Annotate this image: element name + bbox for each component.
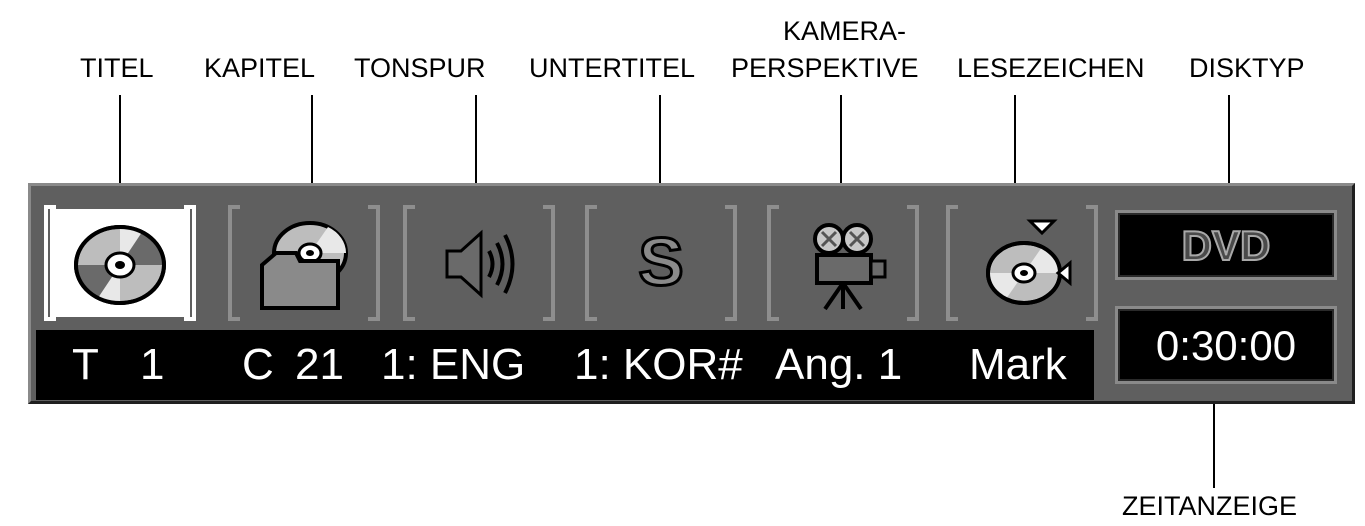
disc-icon xyxy=(74,225,166,305)
time-display-box: 0:30:00 xyxy=(1115,306,1337,384)
label-titel: TITEL xyxy=(80,53,154,83)
audio-track-value: 1: ENG xyxy=(381,340,526,389)
bookmark-mark-label: Mark xyxy=(969,340,1067,389)
icon-slot-untertitel[interactable]: S xyxy=(585,205,737,321)
time-display-value: 0:30:00 xyxy=(1155,322,1297,369)
subtitle-s-icon: S xyxy=(637,223,685,302)
subtitle-s-glyph: S xyxy=(638,224,683,300)
bookmark-disc-icon xyxy=(986,219,1072,305)
label-kapitel: KAPITEL xyxy=(204,53,316,83)
title-number: 1 xyxy=(140,340,165,389)
label-zeitanzeige: ZEITANZEIGE xyxy=(1122,491,1298,521)
label-disktyp: DISKTYP xyxy=(1189,53,1305,83)
label-kamera-line2: PERSPEKTIVE xyxy=(731,53,919,83)
icon-slot-tonspur[interactable] xyxy=(403,205,555,321)
info-bar xyxy=(36,330,1094,400)
chapter-prefix: C xyxy=(242,340,274,389)
chapter-number: 21 xyxy=(295,340,344,389)
angle-value: Ang. 1 xyxy=(775,340,903,389)
film-camera-icon xyxy=(813,223,887,311)
leader-line-zeitanzeige xyxy=(1213,392,1215,488)
label-lesezeichen: LESEZEICHEN xyxy=(957,53,1145,83)
chapter-folder-disc-icon xyxy=(260,221,348,310)
icon-slot-titel[interactable] xyxy=(44,205,196,321)
subtitle-value: 1: KOR# xyxy=(574,340,743,389)
speaker-icon xyxy=(445,229,515,299)
icon-slot-lesezeichen[interactable] xyxy=(946,205,1098,321)
disk-type-box: DVD xyxy=(1115,210,1337,280)
icon-slot-kapitel[interactable] xyxy=(228,205,380,321)
title-prefix: T xyxy=(72,340,99,389)
icon-slot-kamera[interactable] xyxy=(767,205,919,321)
label-kamera-line1: KAMERA- xyxy=(783,16,907,46)
disk-type-value: DVD xyxy=(1181,222,1272,269)
label-tonspur: TONSPUR xyxy=(354,53,486,83)
label-untertitel: UNTERTITEL xyxy=(529,53,696,83)
